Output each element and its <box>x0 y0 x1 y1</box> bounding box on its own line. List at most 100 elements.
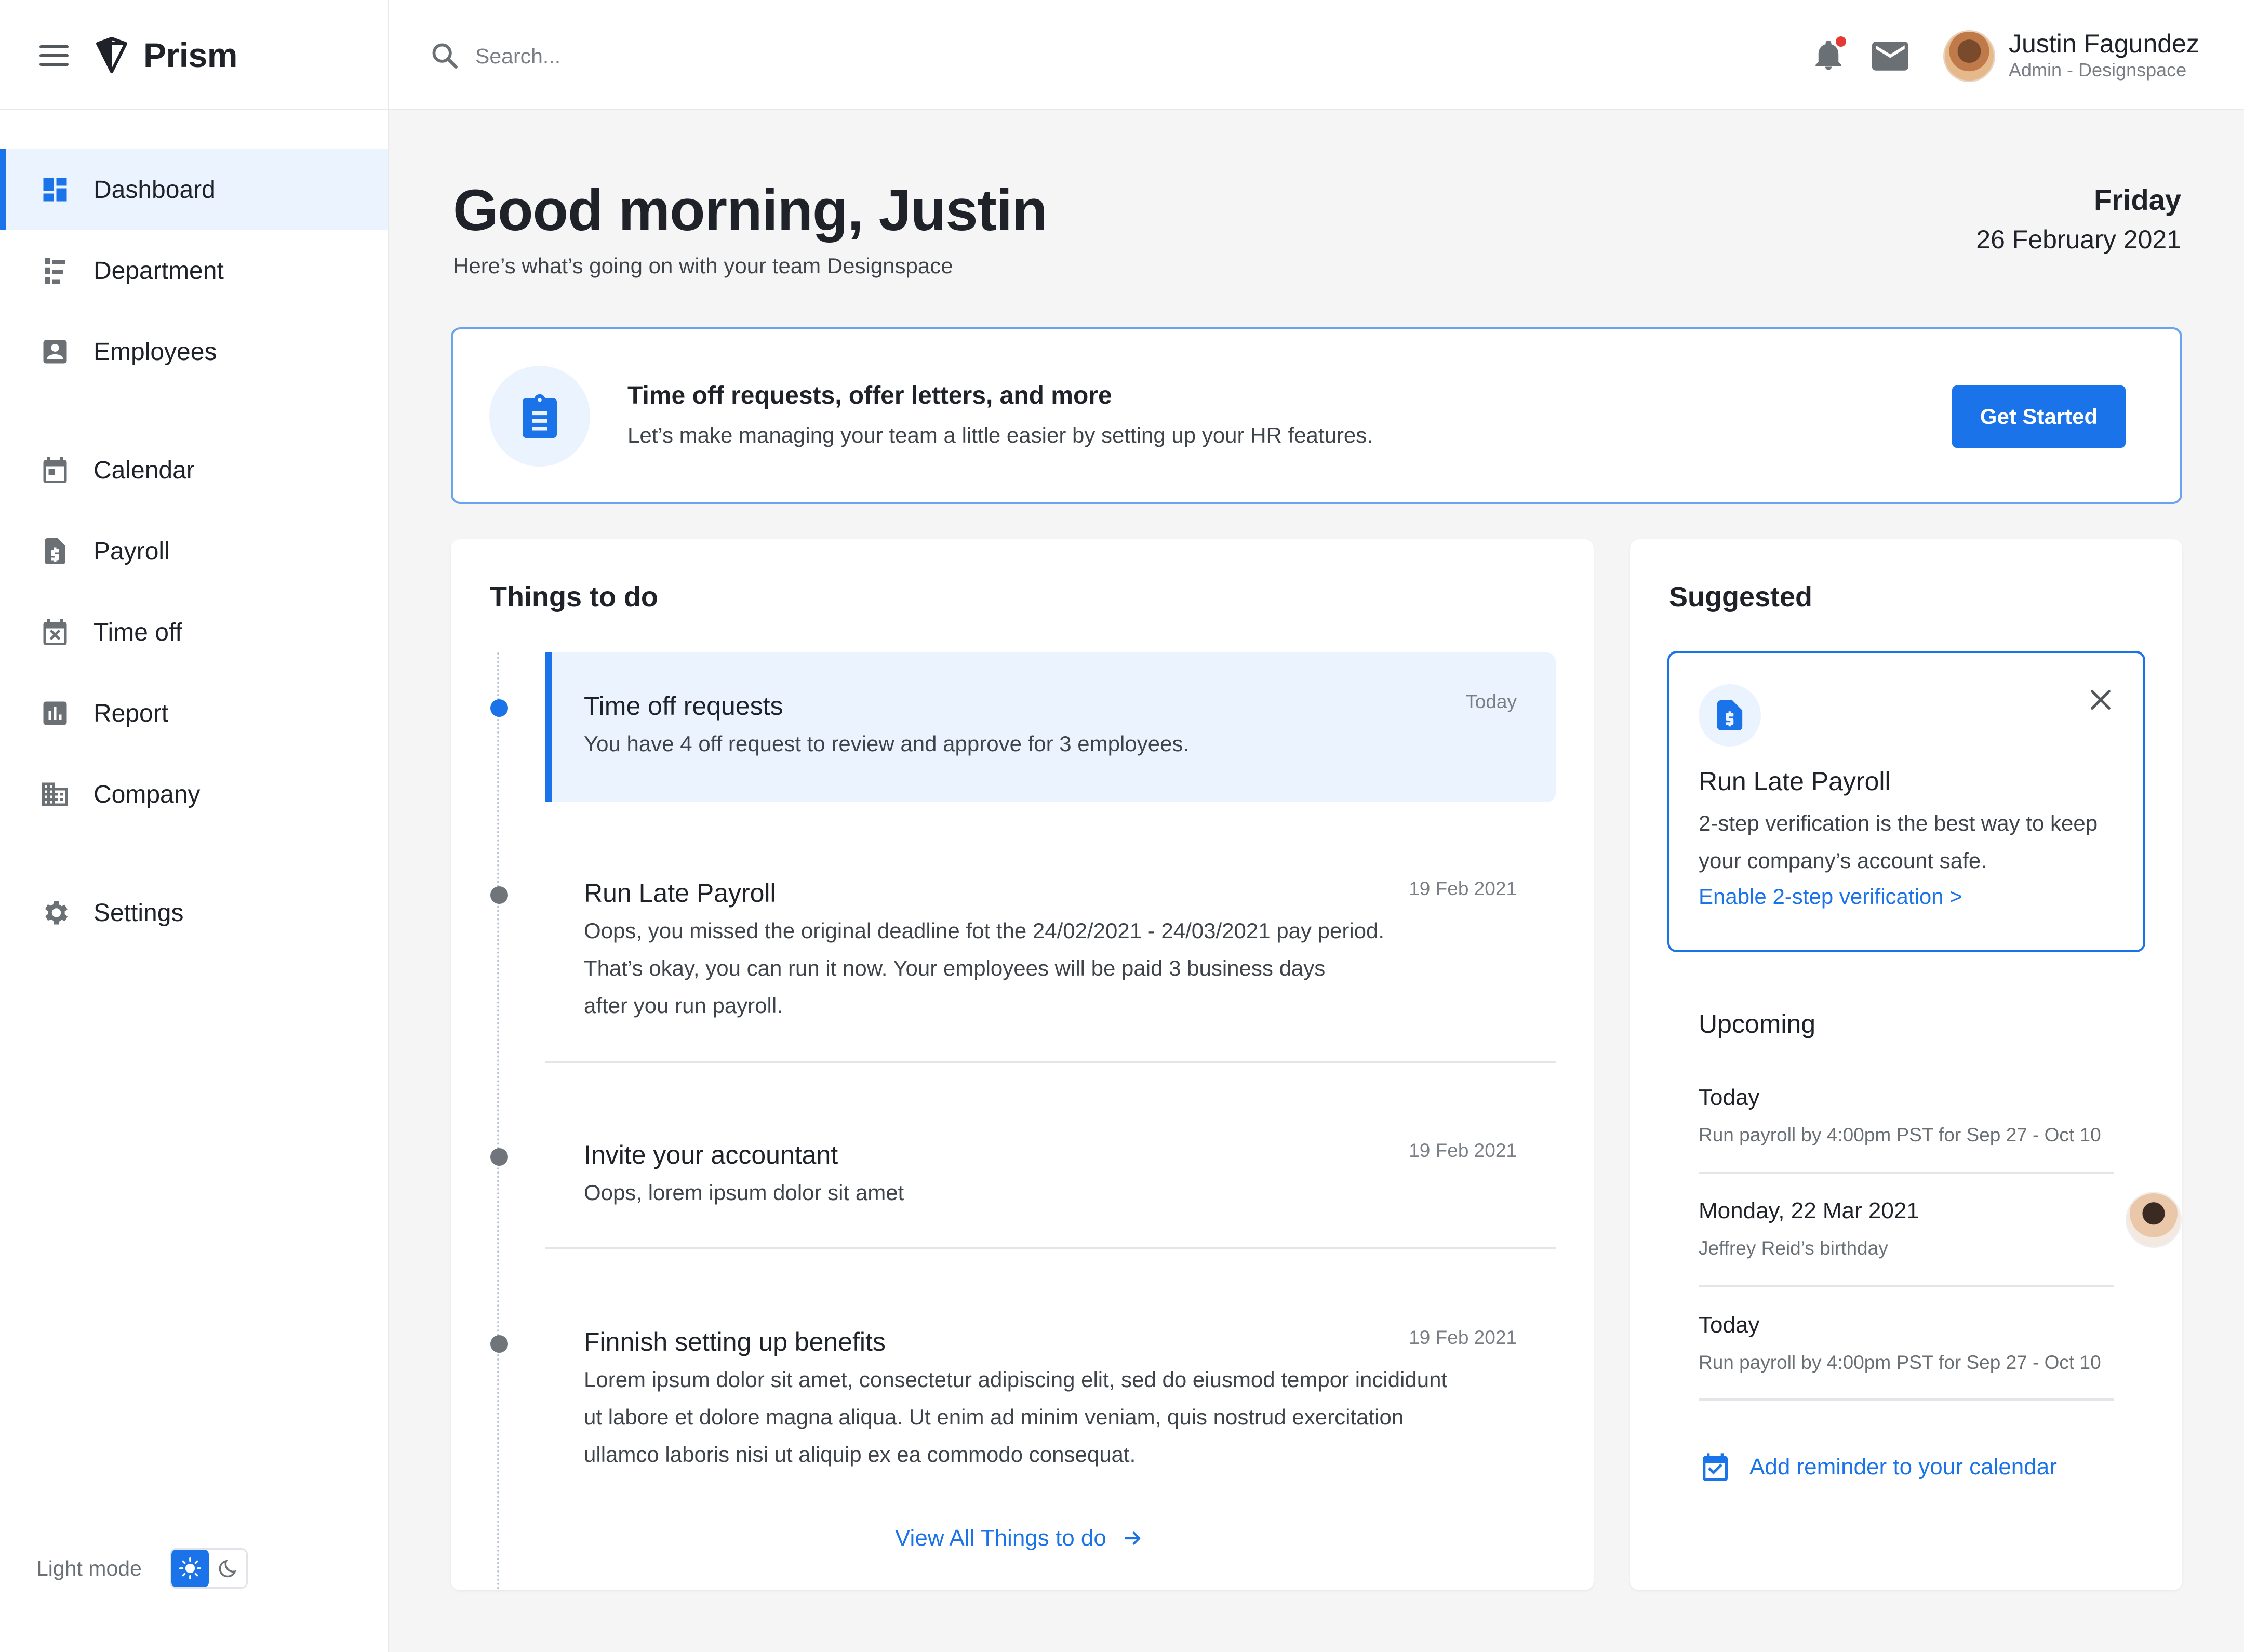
theme-switcher: Light mode <box>36 1548 248 1589</box>
app-name: Prism <box>143 36 237 74</box>
upcoming-item-subtitle: Jeffrey Reid’s birthday <box>1699 1237 1888 1259</box>
upcoming-item-title: Today <box>1699 1085 1760 1110</box>
todo-item-accountant[interactable]: Invite your accountant 19 Feb 2021 Oops,… <box>490 1101 1556 1242</box>
moon-icon <box>219 1560 236 1578</box>
current-date: 26 February 2021 <box>1976 225 2181 254</box>
calendar-icon <box>43 457 67 483</box>
todo-item-date: 19 Feb 2021 <box>1409 878 1517 899</box>
department-icon <box>45 258 65 284</box>
view-all-todo-link[interactable]: View All Things to do <box>895 1525 1144 1551</box>
calendar-check-icon <box>1703 1453 1728 1481</box>
suggestion-icon-circle <box>1699 684 1761 747</box>
divider <box>545 1061 1556 1063</box>
sidebar-item-label: Time off <box>94 618 182 646</box>
add-reminder-link[interactable]: Add reminder to your calendar <box>1699 1450 2057 1484</box>
close-icon[interactable] <box>2086 685 2115 714</box>
page-title: Good morning, Justin <box>453 178 1047 243</box>
banner-description: Let’s make managing your team a little e… <box>627 423 1373 447</box>
divider <box>1699 1172 2114 1174</box>
todo-item-title: Invite your accountant <box>584 1140 838 1169</box>
sidebar-item-time-off[interactable]: Time off <box>0 592 388 673</box>
view-all-label: View All Things to do <box>895 1525 1106 1551</box>
dark-mode-option[interactable] <box>209 1550 246 1587</box>
user-avatar[interactable] <box>1943 30 1995 82</box>
user-name[interactable]: Justin Fagundez <box>2009 29 2199 59</box>
page-subtitle: Here’s what’s going on with your team De… <box>453 254 953 278</box>
sidebar-item-settings[interactable]: Settings <box>0 872 388 953</box>
sun-icon <box>179 1557 201 1580</box>
todo-title: Things to do <box>490 581 658 612</box>
birthday-avatar <box>2126 1192 2182 1248</box>
sidebar-item-calendar[interactable]: Calendar <box>0 430 388 511</box>
suggestion-description: 2-step verification is the best way to k… <box>1699 811 2098 873</box>
dashboard-icon <box>43 178 67 202</box>
hr-setup-banner: Time off requests, offer letters, and mo… <box>451 327 2182 504</box>
todo-card: Things to do Time off requests Today You… <box>451 539 1594 1590</box>
upcoming-item-title: Today <box>1699 1312 1760 1338</box>
upcoming-item-subtitle: Run payroll by 4:00pm PST for Sep 27 - O… <box>1699 1352 2101 1373</box>
todo-item-time-off[interactable]: Time off requests Today You have 4 off r… <box>490 652 1556 802</box>
payroll-document-icon <box>1717 700 1743 730</box>
timeline-dot <box>490 1335 508 1353</box>
todo-item-body: Lorem ipsum dolor sit amet, consectetur … <box>584 1367 1448 1467</box>
suggested-title: Suggested <box>1669 581 1813 612</box>
todo-item-body: You have 4 off request to review and app… <box>584 731 1190 756</box>
timeline-dot <box>490 699 508 717</box>
timeline-line <box>497 652 499 1590</box>
top-bar: Justin Fagundez Admin - Designspace <box>389 0 2244 110</box>
sidebar-item-label: Settings <box>94 899 184 927</box>
sidebar-item-employees[interactable]: Employees <box>0 311 388 392</box>
theme-label: Light mode <box>36 1556 142 1580</box>
payroll-icon <box>45 538 65 564</box>
banner-title: Time off requests, offer letters, and mo… <box>627 382 1112 409</box>
current-day: Friday <box>2093 183 2181 216</box>
todo-item-benefits[interactable]: Finnish setting up benefits 19 Feb 2021 … <box>490 1288 1556 1507</box>
clipboard-icon <box>523 394 557 438</box>
employees-icon <box>43 340 67 364</box>
settings-icon <box>45 901 68 925</box>
enable-2fa-link[interactable]: Enable 2-step verification > <box>1699 884 1962 909</box>
todo-item-body: Oops, you missed the original deadline f… <box>584 918 1385 1018</box>
mail-icon[interactable] <box>1872 42 1908 71</box>
todo-item-payroll[interactable]: Run Late Payroll 19 Feb 2021 Oops, you m… <box>490 840 1556 1058</box>
sidebar-item-report[interactable]: Report <box>0 673 388 754</box>
timeline-dot <box>490 886 508 904</box>
todo-item-title: Finnish setting up benefits <box>584 1327 886 1356</box>
divider <box>1699 1285 2114 1287</box>
todo-item-date: Today <box>1465 691 1517 712</box>
search-icon <box>432 43 458 69</box>
report-icon <box>43 701 67 725</box>
todo-item-body: Oops, lorem ipsum dolor sit amet <box>584 1180 904 1205</box>
suggestion-title: Run Late Payroll <box>1699 767 1891 796</box>
todo-item-date: 19 Feb 2021 <box>1409 1327 1517 1348</box>
sidebar-item-label: Report <box>94 699 169 727</box>
menu-icon[interactable] <box>39 45 69 66</box>
light-mode-option[interactable] <box>171 1550 209 1587</box>
app-root: Prism Dashboard Department Employees Cal… <box>0 0 2244 1652</box>
todo-item-date: 19 Feb 2021 <box>1409 1140 1517 1161</box>
divider <box>1699 1398 2114 1401</box>
get-started-button[interactable]: Get Started <box>1952 385 2126 448</box>
todo-item-title: Time off requests <box>584 691 783 721</box>
notification-badge <box>1836 36 1846 47</box>
sidebar-item-label: Calendar <box>94 456 195 484</box>
suggestion-item: Run Late Payroll 2-step verification is … <box>1667 651 2145 952</box>
theme-toggle[interactable] <box>169 1548 248 1589</box>
brand-bar: Prism <box>0 0 388 110</box>
sidebar-item-department[interactable]: Department <box>0 230 388 311</box>
add-reminder-label: Add reminder to your calendar <box>1749 1454 2057 1480</box>
divider <box>545 1247 1556 1249</box>
sidebar-item-label: Department <box>94 257 224 285</box>
sidebar-item-company[interactable]: Company <box>0 754 388 835</box>
company-icon <box>42 782 68 806</box>
upcoming-item-subtitle: Run payroll by 4:00pm PST for Sep 27 - O… <box>1699 1124 2101 1145</box>
sidebar: Prism Dashboard Department Employees Cal… <box>0 0 389 1652</box>
prism-logo-icon <box>96 37 127 73</box>
todo-item-title: Run Late Payroll <box>584 878 776 908</box>
search-input[interactable] <box>475 39 943 73</box>
sidebar-item-label: Payroll <box>94 537 170 565</box>
timeline-dot <box>490 1148 508 1166</box>
sidebar-item-dashboard[interactable]: Dashboard <box>0 149 388 230</box>
sidebar-item-payroll[interactable]: Payroll <box>0 511 388 592</box>
sidebar-item-label: Company <box>94 780 201 808</box>
